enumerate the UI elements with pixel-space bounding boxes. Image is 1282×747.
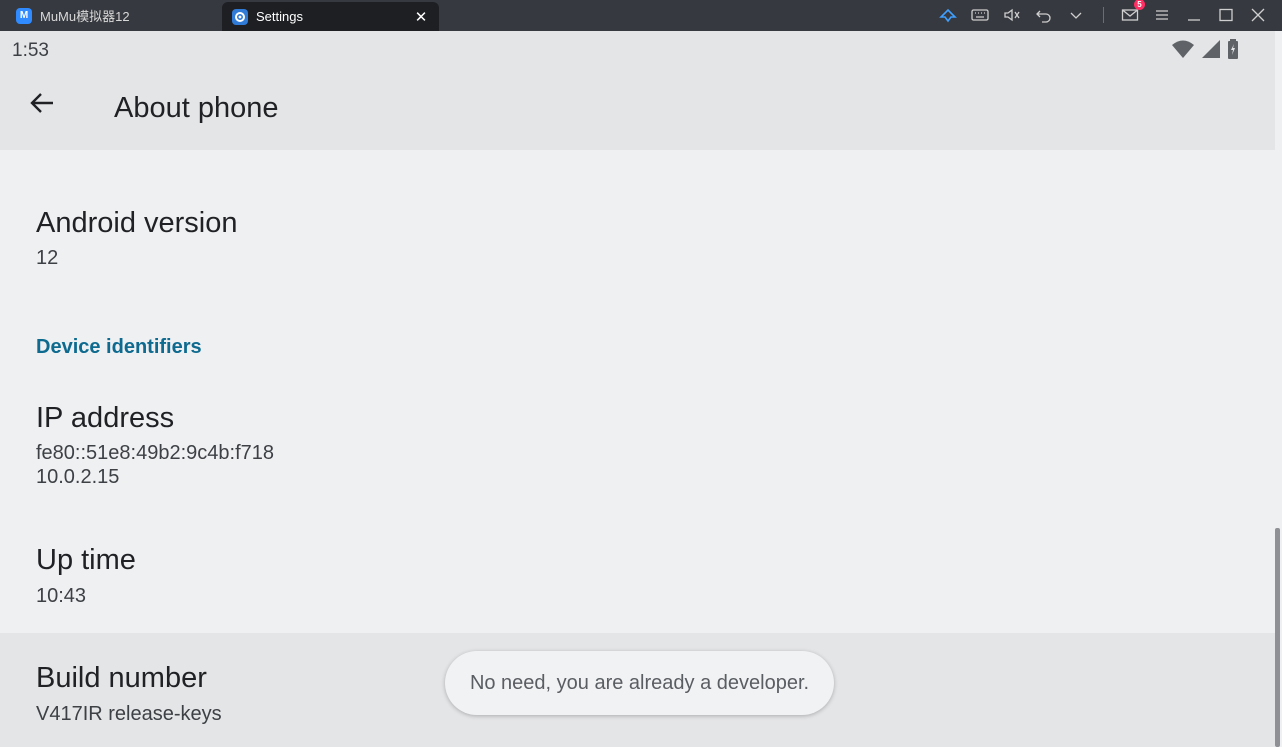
undo-icon[interactable] xyxy=(1033,4,1055,26)
close-icon[interactable] xyxy=(1247,4,1269,26)
pref-summary: fe80::51e8:49b2:9c4b:f718 10.0.2.15 xyxy=(36,442,274,488)
mail-badge: 5 xyxy=(1134,0,1145,10)
category-device-identifiers: Device identifiers xyxy=(36,336,202,358)
app-bar: 1:53 About phone xyxy=(0,31,1275,150)
pref-up-time[interactable]: Up time 10:43 xyxy=(36,543,136,608)
wifi-icon xyxy=(1171,39,1195,64)
keyboard-icon[interactable] xyxy=(969,4,991,26)
pref-title: IP address xyxy=(36,402,175,434)
pref-title: Android version xyxy=(36,207,238,239)
tab-close-icon[interactable]: ✕ xyxy=(413,8,429,26)
pref-android-version[interactable]: Android version 12 xyxy=(36,206,238,270)
page-title: About phone xyxy=(114,92,279,124)
chevron-down-icon[interactable] xyxy=(1065,4,1087,26)
mumu-logo-icon: M xyxy=(16,7,32,24)
tab-settings[interactable]: Settings ✕ xyxy=(222,2,439,31)
battery-charging-icon xyxy=(1227,39,1239,64)
pref-summary: V417IR release-keys xyxy=(36,703,222,725)
shuttle-icon[interactable] xyxy=(937,4,959,26)
pref-summary: 12 xyxy=(36,247,59,269)
pref-ip-address[interactable]: IP address fe80::51e8:49b2:9c4b:f718 10.… xyxy=(36,401,274,489)
scrollbar-thumb[interactable] xyxy=(1275,528,1280,747)
status-icons xyxy=(1171,39,1239,64)
signal-icon xyxy=(1201,39,1221,64)
emulator-titlebar: M MuMu模拟器12 Settings ✕ 5 xyxy=(0,0,1282,31)
settings-gear-icon xyxy=(232,8,248,25)
toast-message: No need, you are already a developer. xyxy=(445,651,834,715)
tab-mumu-emulator[interactable]: M MuMu模拟器12 xyxy=(0,0,220,31)
tab-label: Settings xyxy=(256,9,303,24)
status-time: 1:53 xyxy=(12,40,49,61)
pref-title: Up time xyxy=(36,544,136,576)
mute-icon[interactable] xyxy=(1001,4,1023,26)
back-arrow-icon[interactable] xyxy=(28,89,56,117)
pref-title: Build number xyxy=(36,662,207,694)
toolbar-divider xyxy=(1103,7,1104,23)
tab-label: MuMu模拟器12 xyxy=(40,9,130,24)
pref-build-number[interactable]: Build number V417IR release-keys xyxy=(36,661,222,726)
menu-icon[interactable] xyxy=(1151,4,1173,26)
pref-summary: 10:43 xyxy=(36,585,87,607)
maximize-icon[interactable] xyxy=(1215,4,1237,26)
minimize-icon[interactable] xyxy=(1183,4,1205,26)
